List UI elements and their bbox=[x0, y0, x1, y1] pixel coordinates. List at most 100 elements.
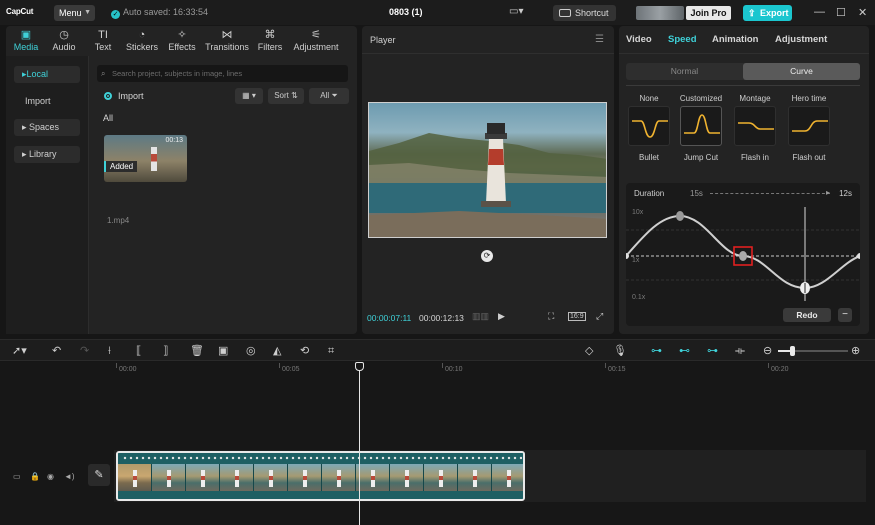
user-avatar[interactable] bbox=[636, 6, 684, 20]
preset-bullet[interactable] bbox=[628, 106, 670, 146]
preset-customized-label[interactable]: Customized bbox=[675, 94, 727, 103]
playhead-handle[interactable] bbox=[355, 362, 364, 371]
close-icon[interactable]: ✕ bbox=[858, 6, 867, 19]
preset-jump-cut[interactable] bbox=[680, 106, 722, 146]
tab-audio[interactable]: ◷ Audio bbox=[45, 29, 83, 52]
tab-effects[interactable]: ✧ Effects bbox=[163, 29, 201, 52]
menu-label: Menu bbox=[59, 8, 82, 18]
frame bbox=[118, 464, 152, 491]
undo-icon[interactable]: ↶ bbox=[52, 344, 61, 358]
sort-button[interactable]: Sort ⇅ bbox=[268, 88, 304, 104]
layout-icon[interactable]: ▭▾ bbox=[509, 6, 523, 17]
redo-button[interactable]: Redo bbox=[783, 308, 831, 322]
redo-icon[interactable]: ↷ bbox=[80, 344, 89, 358]
auto-snap-icon[interactable]: ⊷ bbox=[679, 344, 690, 358]
microphone-icon[interactable]: 🎙 bbox=[613, 344, 627, 358]
maximize-icon[interactable]: ☐ bbox=[836, 6, 846, 19]
tab-text[interactable]: TI Text bbox=[84, 29, 122, 52]
properties-panel: Video Speed Animation Adjustment Normal … bbox=[619, 26, 869, 334]
ruler-label: 00:10 bbox=[445, 366, 463, 373]
ruler-label: 00:05 bbox=[282, 366, 300, 373]
sidebar-item-import[interactable]: Import bbox=[25, 96, 51, 106]
freeze-icon[interactable]: ▣ bbox=[218, 344, 228, 358]
preset-flash-in-label: Flash in bbox=[740, 153, 769, 162]
import-button[interactable]: Import bbox=[104, 91, 144, 101]
preset-none-label[interactable]: None bbox=[623, 94, 675, 103]
tab-media[interactable]: ▣ Media bbox=[7, 29, 45, 52]
crop-icon[interactable]: ⌗ bbox=[328, 344, 334, 358]
expand-icon[interactable]: ⤢ bbox=[596, 311, 603, 322]
rotate-icon[interactable]: ⟳ bbox=[481, 250, 493, 262]
visibility-icon[interactable]: ◉ bbox=[47, 472, 54, 481]
menu-button[interactable]: Menu ▼ bbox=[54, 5, 95, 21]
timeline-view-icon[interactable]: ▥▥ bbox=[472, 311, 489, 322]
filter-all-button[interactable]: All ⏷ bbox=[309, 88, 349, 104]
video-preview[interactable] bbox=[368, 102, 607, 238]
tab-filters[interactable]: ⌘ Filters bbox=[251, 29, 289, 52]
remove-point-button[interactable]: − bbox=[838, 308, 852, 322]
preset-montage-label[interactable]: Montage bbox=[729, 94, 781, 103]
lock-icon[interactable]: 🔒 bbox=[30, 472, 40, 481]
tab-adjustment[interactable]: ⚟ Adjustment bbox=[291, 29, 341, 52]
sidebar-item-local[interactable]: ▸Local bbox=[14, 66, 80, 83]
preset-jump-cut-label: Jump Cut bbox=[683, 153, 719, 162]
select-cursor-icon[interactable]: ➚▾ bbox=[12, 344, 27, 358]
audio-mute-icon[interactable]: ◄) bbox=[64, 472, 75, 481]
zoom-in-icon[interactable]: ⊕ bbox=[851, 344, 860, 358]
media-clip-thumbnail[interactable]: 00:13 bbox=[104, 135, 187, 182]
edit-cover-icon[interactable]: ✎ bbox=[88, 464, 110, 486]
zoom-slider-handle[interactable] bbox=[790, 346, 795, 356]
tab-stickers[interactable]: ◔ Stickers bbox=[123, 29, 161, 52]
speed-curve-editor[interactable]: Duration 15s ▸ 12s 10x 1x 0.1x Redo − bbox=[626, 183, 860, 326]
zoom-out-icon[interactable]: ⊖ bbox=[763, 344, 772, 358]
sidebar-label: Local bbox=[26, 69, 49, 79]
split-view-icon[interactable]: ⟛ bbox=[735, 344, 745, 358]
menu-icon[interactable]: ☰ bbox=[595, 34, 604, 45]
ai-magic-icon[interactable]: ◇ bbox=[585, 344, 593, 358]
tab-transitions[interactable]: ⋈ Transitions bbox=[204, 29, 250, 52]
reverse-icon[interactable]: ◎ bbox=[246, 344, 256, 358]
search-input[interactable]: ⌕ Search project, subjects in image, lin… bbox=[97, 65, 348, 82]
playhead-line[interactable] bbox=[359, 362, 360, 525]
rotate-tool-icon[interactable]: ⟲ bbox=[300, 344, 309, 358]
fullscreen-crop-icon[interactable]: ⛶ bbox=[548, 311, 554, 322]
normal-mode-button[interactable]: Normal bbox=[626, 63, 743, 80]
tab-label: Adjustment bbox=[293, 42, 339, 52]
view-grid-button[interactable]: ▦ ▾ bbox=[235, 88, 263, 104]
tab-speed[interactable]: Speed bbox=[668, 34, 697, 45]
track-cover-icon[interactable]: ▭ bbox=[13, 472, 21, 481]
mirror-icon[interactable]: ◭ bbox=[273, 344, 281, 358]
tab-video[interactable]: Video bbox=[626, 34, 652, 45]
split-left-icon[interactable]: ⟦ bbox=[136, 344, 141, 358]
tab-animation[interactable]: Animation bbox=[712, 34, 758, 45]
video-clip[interactable] bbox=[116, 451, 525, 501]
sidebar-item-library[interactable]: ▸ Library bbox=[14, 146, 80, 163]
minimize-icon[interactable]: — bbox=[814, 6, 825, 18]
shortcut-button[interactable]: Shortcut bbox=[553, 5, 616, 21]
preset-flash-out[interactable] bbox=[788, 106, 830, 146]
delete-icon[interactable]: 🗑 bbox=[190, 344, 204, 358]
preset-flash-in[interactable] bbox=[734, 106, 776, 146]
curve-mode-button[interactable]: Curve bbox=[743, 63, 860, 80]
app-logo: CapCut bbox=[6, 7, 34, 16]
transitions-icon: ⋈ bbox=[221, 29, 233, 41]
join-pro-button[interactable]: Join Pro bbox=[686, 6, 731, 20]
split-right-icon[interactable]: ⟧ bbox=[163, 344, 168, 358]
import-label: Import bbox=[118, 91, 144, 101]
magnet-link-icon[interactable]: ⊶ bbox=[651, 344, 662, 358]
aspect-ratio-button[interactable]: 16:9 bbox=[568, 312, 586, 321]
split-icon[interactable]: ⟊ bbox=[108, 344, 111, 358]
sidebar-item-spaces[interactable]: ▸ Spaces bbox=[14, 119, 80, 136]
export-button[interactable]: ⇪ Export bbox=[743, 5, 792, 21]
effects-icon: ✧ bbox=[177, 29, 187, 41]
clip-frames bbox=[118, 464, 523, 491]
frame bbox=[356, 464, 390, 491]
preset-hero-time-label[interactable]: Hero time bbox=[783, 94, 835, 103]
link-icon[interactable]: ⊶ bbox=[707, 344, 718, 358]
tab-label: Transitions bbox=[205, 42, 249, 52]
frame bbox=[390, 464, 424, 491]
export-label: Export bbox=[760, 8, 789, 18]
bullet-curve-icon bbox=[632, 120, 668, 138]
play-icon[interactable]: ▶ bbox=[498, 311, 505, 322]
tab-adjustment-props[interactable]: Adjustment bbox=[775, 34, 827, 45]
